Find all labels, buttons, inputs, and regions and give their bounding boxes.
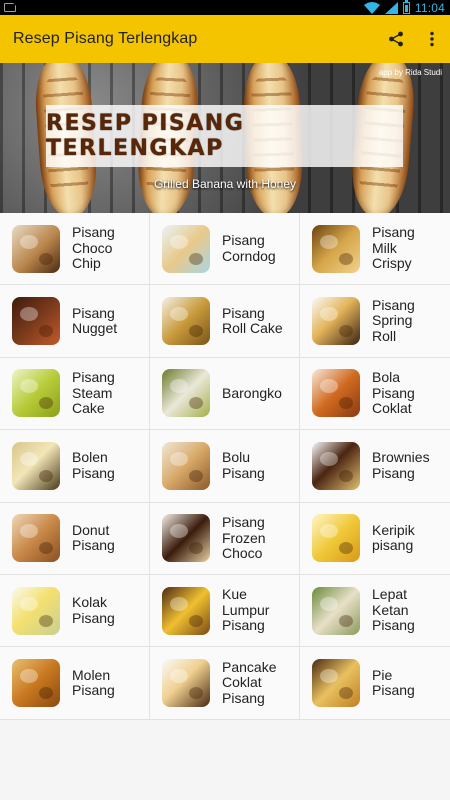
recipe-thumbnail (12, 224, 60, 273)
recipe-thumbnail (312, 586, 360, 635)
share-icon (389, 31, 403, 47)
recipe-thumbnail (162, 369, 210, 418)
recipe-item[interactable]: Pie Pisang (300, 647, 450, 720)
recipe-label: Keripik pisang (372, 521, 415, 554)
recipe-thumbnail (12, 441, 60, 490)
recipe-thumbnail (12, 659, 60, 708)
recipe-thumbnail (162, 586, 210, 635)
recipe-label: Pisang Frozen Choco (222, 514, 266, 561)
recipe-thumbnail (162, 514, 210, 563)
recipe-label: Pisang Spring Roll (372, 296, 415, 344)
recipe-label: Pie Pisang (372, 666, 415, 699)
recipe-thumbnail (12, 297, 60, 346)
recipe-thumbnail (12, 514, 60, 563)
recipe-label: Pisang Roll Cake (222, 304, 283, 337)
recipe-label: Pisang Steam Cake (72, 369, 115, 417)
recipe-item[interactable]: Donut Pisang (0, 502, 150, 575)
recipe-label: Kolak Pisang (72, 594, 115, 626)
recipe-item[interactable]: Pisang Nugget (0, 285, 150, 358)
recipe-label: Kue Lumpur Pisang (222, 586, 270, 634)
recipe-thumbnail (312, 297, 360, 346)
recipe-thumbnail (312, 369, 360, 418)
recipe-item[interactable]: Brownies Pisang (300, 430, 450, 503)
recipe-label: Pisang Corndog (222, 232, 276, 264)
share-button[interactable] (378, 15, 414, 63)
recipe-thumbnail (312, 224, 360, 273)
recipe-label: Pancake Coklat Pisang (222, 658, 277, 706)
signal-icon (384, 1, 398, 14)
overflow-menu-button[interactable] (414, 15, 450, 63)
recipe-thumbnail (312, 514, 360, 563)
recipe-item[interactable]: Pisang Spring Roll (300, 285, 450, 358)
recipe-label: Bolen Pisang (72, 449, 115, 481)
recipe-label: Molen Pisang (72, 666, 115, 699)
recipe-item[interactable]: Lepat Ketan Pisang (300, 574, 450, 648)
battery-icon (402, 0, 410, 14)
recipe-item[interactable]: Pisang Corndog (150, 213, 300, 286)
header-banner: app by Rida Studi RESEP PISANG TERLENGKA… (0, 63, 450, 213)
recipe-item[interactable]: Pisang Choco Chip (0, 213, 150, 286)
recipe-thumbnail (12, 369, 60, 418)
recipe-label: Pisang Nugget (72, 304, 118, 337)
app-title: Resep Pisang Terlengkap (13, 30, 198, 47)
recipe-label: Bolu Pisang (222, 449, 265, 481)
recipe-item[interactable]: Pancake Coklat Pisang (150, 647, 300, 720)
recipe-item[interactable]: Kue Lumpur Pisang (150, 574, 300, 648)
recipe-label: Pisang Choco Chip (72, 224, 115, 272)
recipe-thumbnail (312, 659, 360, 708)
banner-caption: Grilled Banana with Honey (153, 177, 297, 191)
recipe-item[interactable]: Bolen Pisang (0, 430, 150, 503)
recipe-item[interactable]: Kolak Pisang (0, 574, 150, 648)
recipe-thumbnail (12, 586, 60, 635)
more-vert-icon (430, 31, 434, 47)
banner-title-plate: RESEP PISANG TERLENGKAP (46, 105, 403, 167)
recipe-item[interactable]: Pisang Steam Cake (0, 357, 150, 431)
recipe-label: Donut Pisang (72, 521, 115, 554)
recipe-thumbnail (162, 659, 210, 708)
recipe-thumbnail (162, 224, 210, 273)
recipe-label: Bola Pisang Coklat (372, 369, 415, 417)
recipe-label: Pisang Milk Crispy (372, 224, 415, 272)
recipe-thumbnail (162, 297, 210, 346)
status-bar: 11:04 (0, 0, 450, 15)
banner-credit: app by Rida Studi (378, 68, 442, 77)
recipe-item[interactable]: Barongko (150, 357, 300, 431)
recipe-item[interactable]: Bolu Pisang (150, 430, 300, 503)
recipe-item[interactable]: Bola Pisang Coklat (300, 357, 450, 431)
sd-card-icon (4, 3, 16, 12)
recipe-label: Barongko (222, 384, 282, 401)
recipe-grid: Pisang Choco Chip Pisang Corndog Pisang Mi… (0, 213, 450, 720)
recipe-label: Lepat Ketan Pisang (372, 586, 415, 634)
recipe-thumbnail (312, 441, 360, 490)
banner-title: RESEP PISANG TERLENGKAP (46, 111, 245, 161)
app-bar: Resep Pisang Terlengkap (0, 15, 450, 63)
recipe-item[interactable]: Pisang Frozen Choco (150, 502, 300, 575)
wifi-icon (363, 1, 380, 14)
recipe-item[interactable]: Pisang Milk Crispy (300, 213, 450, 286)
recipe-label: Brownies Pisang (372, 449, 430, 481)
recipe-item[interactable]: Keripik pisang (300, 502, 450, 575)
recipe-thumbnail (162, 441, 210, 490)
recipe-item[interactable]: Molen Pisang (0, 647, 150, 720)
status-clock: 11:04 (414, 0, 445, 15)
recipe-item[interactable]: Pisang Roll Cake (150, 285, 300, 358)
